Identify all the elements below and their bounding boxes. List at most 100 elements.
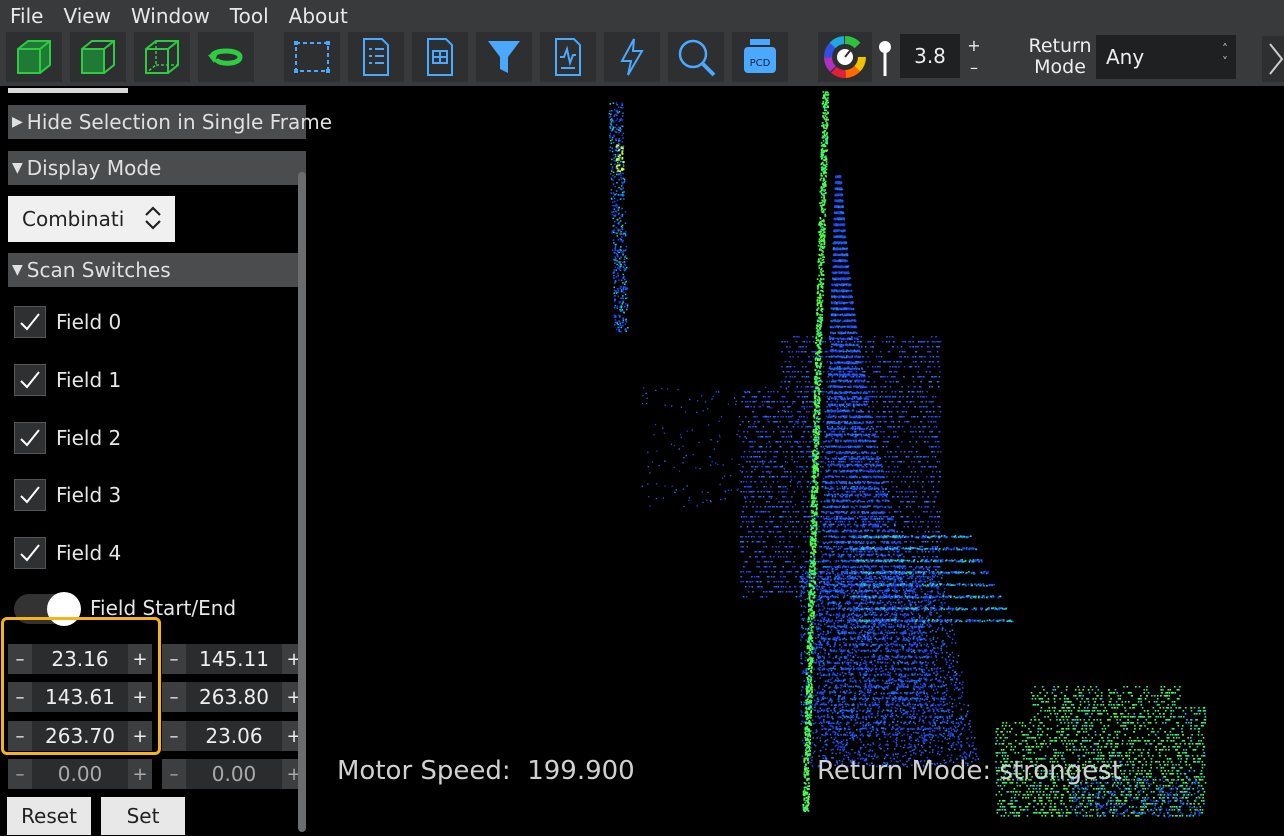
field-1-row[interactable]: Field 1 [14, 364, 121, 396]
decrement-button[interactable]: – [162, 644, 186, 674]
range-0-start-value[interactable]: 23.16 [32, 647, 128, 671]
range-2-end-value[interactable]: 23.06 [186, 724, 282, 748]
range-0-end-stepper: – 145.11 + [162, 644, 306, 674]
motor-speed-readout: Motor Speed: 199.900 [337, 756, 635, 786]
lightning-button[interactable] [604, 32, 660, 82]
triangle-down-icon: ▼ [12, 160, 23, 176]
return-mode-label: Return Mode [1028, 35, 1092, 78]
point-size-icon [876, 38, 894, 78]
field-start-end-toggle[interactable] [14, 592, 81, 626]
field-3-checkbox[interactable] [14, 479, 46, 511]
point-size-decrement[interactable]: – [964, 56, 984, 78]
filter-button[interactable] [476, 32, 532, 82]
field-3-row[interactable]: Field 3 [14, 479, 121, 511]
cube-wire-button[interactable] [134, 32, 190, 82]
field-4-row[interactable]: Field 4 [14, 537, 121, 569]
panel-top-indicator [8, 88, 128, 93]
zoom-icon [678, 39, 716, 77]
point-cloud-canvas[interactable] [310, 86, 1284, 836]
list-doc-button[interactable] [348, 32, 404, 82]
field-2-checkbox[interactable] [14, 422, 46, 454]
decrement-button[interactable]: – [8, 721, 32, 751]
decrement-button[interactable]: – [8, 644, 32, 674]
menu-tool[interactable]: Tool [230, 4, 269, 28]
increment-button[interactable]: + [128, 721, 152, 751]
range-2-start-stepper: – 263.70 + [8, 721, 152, 751]
increment-button[interactable]: + [128, 759, 152, 789]
display-mode-header[interactable]: ▼ Display Mode [8, 151, 306, 185]
range-3-start-value[interactable]: 0.00 [32, 762, 128, 786]
panel-scrollbar[interactable] [298, 172, 306, 832]
range-3-end-value[interactable]: 0.00 [186, 762, 282, 786]
rotate-icon [208, 48, 243, 66]
color-wheel-icon [824, 36, 866, 78]
field-1-label: Field 1 [56, 368, 122, 392]
range-1-end-value[interactable]: 263.80 [186, 685, 282, 709]
return-mode-select[interactable]: Any ˄ ˅ [1096, 35, 1236, 79]
list-doc-icon [363, 38, 389, 76]
range-0-end-value[interactable]: 145.11 [186, 647, 282, 671]
menu-window[interactable]: Window [131, 4, 210, 28]
increment-button[interactable]: + [128, 644, 152, 674]
grid-doc-button[interactable] [412, 32, 468, 82]
menu-about[interactable]: About [289, 4, 348, 28]
cube-front-button[interactable] [70, 32, 126, 82]
color-wheel-button[interactable] [818, 32, 872, 82]
field-1-checkbox[interactable] [14, 364, 46, 396]
field-4-checkbox[interactable] [14, 537, 46, 569]
point-size-increment[interactable]: + [964, 34, 984, 56]
pcd-button[interactable]: PCD [732, 32, 788, 82]
display-mode-label: Display Mode [26, 156, 162, 180]
menu-view[interactable]: View [63, 4, 110, 28]
toggle-knob [47, 592, 81, 626]
range-1-start-value[interactable]: 143.61 [32, 685, 128, 709]
return-mode-readout: Return Mode: strongest [817, 756, 1122, 786]
point-size-input[interactable]: 3.8 [900, 34, 960, 78]
field-2-row[interactable]: Field 2 [14, 422, 121, 454]
range-0-start-stepper: – 23.16 + [8, 644, 152, 674]
chevron-up-down-icon [145, 206, 161, 230]
zoom-button[interactable] [668, 32, 724, 82]
range-2-start-value[interactable]: 263.70 [32, 724, 128, 748]
field-0-checkbox[interactable] [14, 306, 46, 338]
overflow-chevron-icon[interactable] [1262, 36, 1284, 82]
menu-bar: File View Window Tool About [0, 0, 1284, 32]
checkmark-icon [20, 313, 40, 331]
chart-doc-icon [555, 38, 581, 76]
decrement-button[interactable]: – [162, 759, 186, 789]
triangle-down-icon: ▼ [12, 262, 23, 278]
field-3-label: Field 3 [56, 483, 122, 507]
cube-solid-button[interactable] [6, 32, 62, 82]
pcd-icon: PCD [744, 39, 776, 73]
field-0-row[interactable]: Field 0 [14, 306, 121, 338]
rotate-button[interactable] [198, 32, 254, 82]
range-1-start-stepper: – 143.61 + [8, 682, 152, 712]
point-cloud-view[interactable]: Motor Speed: 199.900 Return Mode: strong… [310, 86, 1284, 836]
checkmark-icon [20, 544, 40, 562]
lightning-icon [620, 38, 644, 76]
hide-selection-header[interactable]: ▶ Hide Selection in Single Frame [8, 105, 332, 139]
range-3-end-stepper: – 0.00 + [162, 759, 306, 789]
decrement-button[interactable]: – [162, 721, 186, 751]
grid-doc-icon [427, 38, 453, 76]
select-region-button[interactable] [284, 32, 340, 82]
decrement-button[interactable]: – [8, 682, 32, 712]
reset-button[interactable]: Reset [7, 797, 91, 835]
range-1-end-stepper: – 263.80 + [162, 682, 306, 712]
decrement-button[interactable]: – [162, 682, 186, 712]
menu-file[interactable]: File [10, 4, 43, 28]
cube-solid-icon [17, 40, 51, 74]
field-0-label: Field 0 [56, 310, 122, 334]
scan-switches-header[interactable]: ▼ Scan Switches [8, 253, 306, 287]
set-button[interactable]: Set [101, 797, 185, 835]
field-2-label: Field 2 [56, 426, 122, 450]
chart-doc-button[interactable] [540, 32, 596, 82]
display-mode-select[interactable]: Combinati [8, 196, 175, 242]
side-panel: ▶ Hide Selection in Single Frame ▼ Displ… [0, 86, 332, 836]
checkmark-icon [20, 371, 40, 389]
checkmark-icon [20, 429, 40, 447]
decrement-button[interactable]: – [8, 759, 32, 789]
chevron-up-down-icon: ˄ ˅ [1222, 42, 1228, 69]
increment-button[interactable]: + [128, 682, 152, 712]
field-4-label: Field 4 [56, 541, 122, 565]
